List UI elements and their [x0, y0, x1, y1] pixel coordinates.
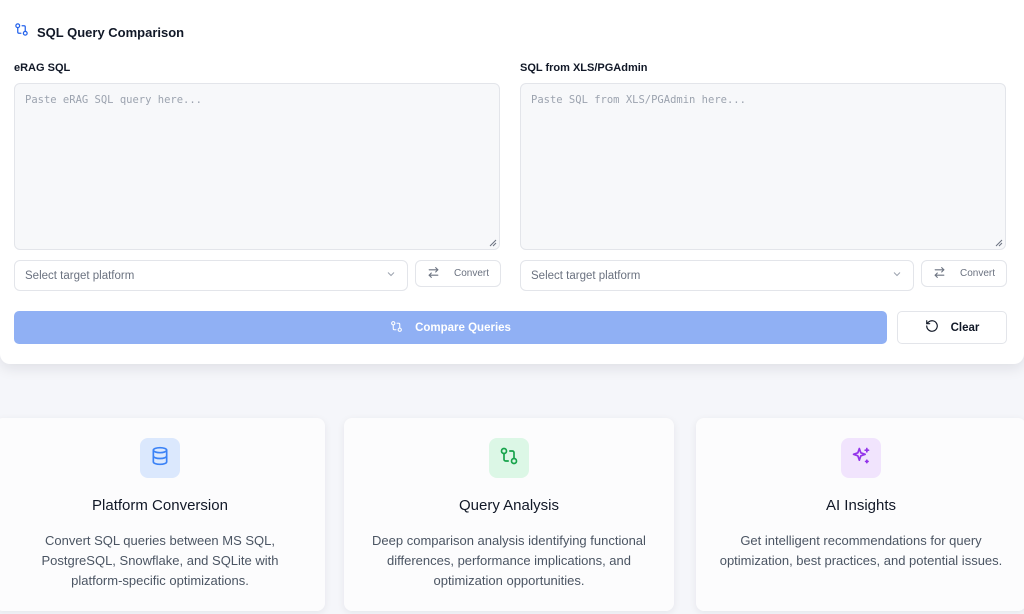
clear-label: Clear: [950, 321, 980, 334]
clear-button[interactable]: Clear: [897, 311, 1007, 344]
feature-description: Get intelligent recommendations for quer…: [719, 533, 1003, 568]
resize-handle-icon[interactable]: [489, 239, 497, 247]
right-platform-placeholder: Select target platform: [531, 269, 641, 282]
feature-title: AI Insights: [825, 497, 897, 514]
feature-title: Query Analysis: [458, 497, 560, 514]
rotate-ccw-icon: [925, 319, 939, 336]
chevron-down-icon: [385, 268, 397, 283]
panel-header: SQL Query Comparison: [14, 22, 184, 42]
erag-sql-textarea[interactable]: Paste eRAG SQL query here...: [14, 83, 500, 250]
xls-sql-placeholder: Paste SQL from XLS/PGAdmin here...: [531, 94, 746, 106]
feature-icon-box: [489, 438, 529, 478]
feature-title: Platform Conversion: [92, 497, 228, 514]
feature-card-query-analysis: Query Analysis Deep comparison analysis …: [344, 418, 674, 611]
git-compare-icon: [499, 446, 519, 471]
arrows-swap-icon: [933, 266, 946, 282]
left-convert-button[interactable]: Convert: [415, 260, 501, 287]
arrows-swap-icon: [427, 266, 440, 282]
git-compare-icon: [14, 22, 29, 42]
left-platform-select[interactable]: Select target platform: [14, 260, 408, 291]
feature-description: Deep comparison analysis identifying fun…: [372, 533, 646, 588]
git-compare-icon: [390, 320, 403, 336]
left-platform-placeholder: Select target platform: [25, 269, 135, 282]
feature-card-ai-insights: AI Insights Get intelligent recommendati…: [696, 418, 1024, 611]
right-convert-button[interactable]: Convert: [921, 260, 1007, 287]
chevron-down-icon: [891, 268, 903, 283]
sparkles-icon: [851, 446, 871, 471]
feature-icon-box: [841, 438, 881, 478]
page-title: SQL Query Comparison: [37, 24, 185, 40]
xls-sql-label: SQL from XLS/PGAdmin: [520, 62, 648, 74]
erag-sql-label: eRAG SQL: [14, 62, 71, 74]
compare-queries-label: Compare Queries: [415, 321, 511, 334]
feature-card-platform-conversion: Platform Conversion Convert SQL queries …: [0, 418, 325, 611]
right-convert-label: Convert: [959, 268, 995, 279]
feature-icon-box: [140, 438, 180, 478]
xls-sql-textarea[interactable]: Paste SQL from XLS/PGAdmin here...: [520, 83, 1006, 250]
compare-queries-button[interactable]: Compare Queries: [14, 311, 887, 344]
resize-handle-icon[interactable]: [995, 239, 1003, 247]
right-platform-select[interactable]: Select target platform: [520, 260, 914, 291]
erag-sql-placeholder: Paste eRAG SQL query here...: [25, 94, 203, 106]
comparison-panel: SQL Query Comparison eRAG SQL Paste eRAG…: [0, 0, 1024, 364]
database-icon: [150, 446, 170, 471]
feature-description: Convert SQL queries between MS SQL, Post…: [41, 533, 279, 588]
left-convert-label: Convert: [453, 268, 489, 279]
